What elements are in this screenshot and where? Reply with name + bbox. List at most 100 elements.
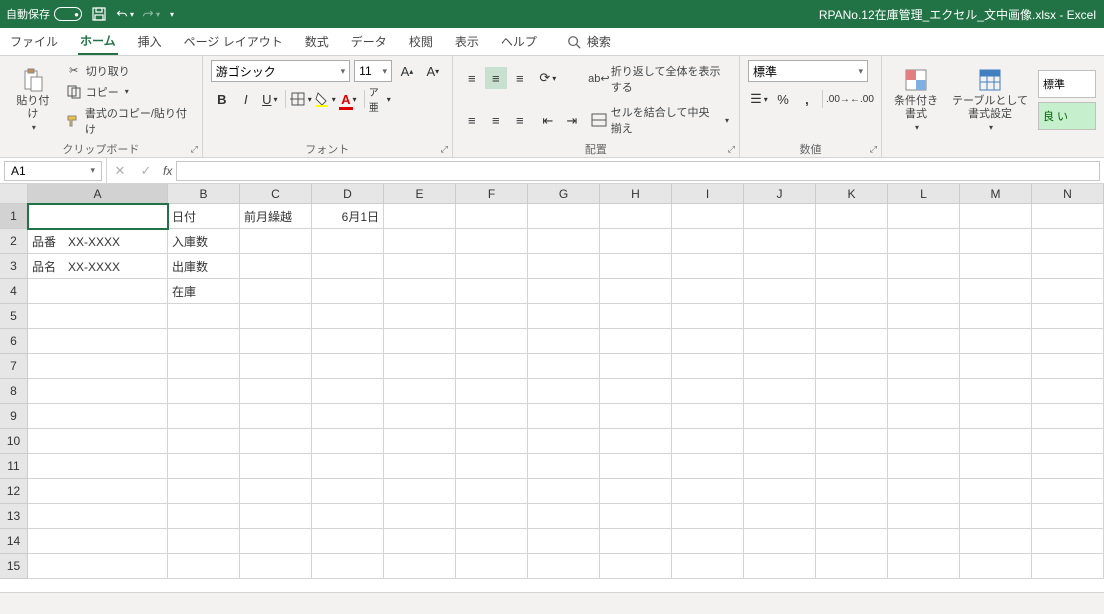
- cell-F4[interactable]: [456, 279, 528, 304]
- cell-D1[interactable]: 6月1日: [312, 204, 384, 229]
- row-header-6[interactable]: 6: [0, 329, 28, 354]
- cell-D10[interactable]: [312, 429, 384, 454]
- cell-E3[interactable]: [384, 254, 456, 279]
- col-header-A[interactable]: A: [28, 184, 168, 204]
- cell-G5[interactable]: [528, 304, 600, 329]
- cell-B9[interactable]: [168, 404, 240, 429]
- cell-K6[interactable]: [816, 329, 888, 354]
- cell-J14[interactable]: [744, 529, 816, 554]
- cell-L7[interactable]: [888, 354, 960, 379]
- cell-M11[interactable]: [960, 454, 1032, 479]
- cell-F15[interactable]: [456, 554, 528, 579]
- col-header-J[interactable]: J: [744, 184, 816, 204]
- cell-D5[interactable]: [312, 304, 384, 329]
- cell-K11[interactable]: [816, 454, 888, 479]
- cell-L2[interactable]: [888, 229, 960, 254]
- font-color-button[interactable]: A▾: [338, 88, 360, 110]
- wrap-text-button[interactable]: ab↩折り返して全体を表示する: [589, 62, 731, 96]
- cell-L8[interactable]: [888, 379, 960, 404]
- format-painter-button[interactable]: 書式のコピー/貼り付け: [64, 104, 194, 138]
- cell-K3[interactable]: [816, 254, 888, 279]
- cell-M3[interactable]: [960, 254, 1032, 279]
- conditional-formatting-button[interactable]: 条件付き 書式▾: [890, 65, 942, 135]
- cell-A12[interactable]: [28, 479, 168, 504]
- cell-I10[interactable]: [672, 429, 744, 454]
- cell-B3[interactable]: 出庫数: [168, 254, 240, 279]
- cell-L1[interactable]: [888, 204, 960, 229]
- cell-H14[interactable]: [600, 529, 672, 554]
- cell-L12[interactable]: [888, 479, 960, 504]
- cell-C8[interactable]: [240, 379, 312, 404]
- cell-J1[interactable]: [744, 204, 816, 229]
- cell-I14[interactable]: [672, 529, 744, 554]
- cell-H4[interactable]: [600, 279, 672, 304]
- cell-M1[interactable]: [960, 204, 1032, 229]
- cell-N7[interactable]: [1032, 354, 1104, 379]
- cell-D15[interactable]: [312, 554, 384, 579]
- font-name-select[interactable]: 游ゴシック▾: [211, 60, 350, 82]
- cell-C12[interactable]: [240, 479, 312, 504]
- cell-C13[interactable]: [240, 504, 312, 529]
- cell-D8[interactable]: [312, 379, 384, 404]
- cell-J13[interactable]: [744, 504, 816, 529]
- cell-H15[interactable]: [600, 554, 672, 579]
- cell-F2[interactable]: [456, 229, 528, 254]
- col-header-M[interactable]: M: [960, 184, 1032, 204]
- format-as-table-button[interactable]: テーブルとして 書式設定▾: [948, 65, 1032, 135]
- row-header-8[interactable]: 8: [0, 379, 28, 404]
- cell-E11[interactable]: [384, 454, 456, 479]
- cell-A10[interactable]: [28, 429, 168, 454]
- row-header-5[interactable]: 5: [0, 304, 28, 329]
- cell-J9[interactable]: [744, 404, 816, 429]
- cell-J6[interactable]: [744, 329, 816, 354]
- cell-E14[interactable]: [384, 529, 456, 554]
- cell-E13[interactable]: [384, 504, 456, 529]
- cell-M7[interactable]: [960, 354, 1032, 379]
- cell-K1[interactable]: [816, 204, 888, 229]
- cell-B4[interactable]: 在庫: [168, 279, 240, 304]
- cell-E7[interactable]: [384, 354, 456, 379]
- row-header-12[interactable]: 12: [0, 479, 28, 504]
- cell-M8[interactable]: [960, 379, 1032, 404]
- cell-E4[interactable]: [384, 279, 456, 304]
- cell-G1[interactable]: [528, 204, 600, 229]
- cell-L15[interactable]: [888, 554, 960, 579]
- cell-C14[interactable]: [240, 529, 312, 554]
- fx-icon[interactable]: fx: [159, 164, 176, 178]
- cell-M12[interactable]: [960, 479, 1032, 504]
- cell-G3[interactable]: [528, 254, 600, 279]
- align-left-icon[interactable]: ≡: [461, 110, 483, 132]
- cell-A14[interactable]: [28, 529, 168, 554]
- cell-H2[interactable]: [600, 229, 672, 254]
- cell-G13[interactable]: [528, 504, 600, 529]
- cell-C10[interactable]: [240, 429, 312, 454]
- cell-F1[interactable]: [456, 204, 528, 229]
- cell-I5[interactable]: [672, 304, 744, 329]
- cell-A5[interactable]: [28, 304, 168, 329]
- cell-F6[interactable]: [456, 329, 528, 354]
- cell-I2[interactable]: [672, 229, 744, 254]
- cell-L10[interactable]: [888, 429, 960, 454]
- cell-G11[interactable]: [528, 454, 600, 479]
- cell-K8[interactable]: [816, 379, 888, 404]
- cell-N2[interactable]: [1032, 229, 1104, 254]
- cell-A4[interactable]: [28, 279, 168, 304]
- cell-N12[interactable]: [1032, 479, 1104, 504]
- paste-button[interactable]: 貼り付け▾: [8, 60, 58, 139]
- cell-L11[interactable]: [888, 454, 960, 479]
- align-right-icon[interactable]: ≡: [509, 110, 531, 132]
- cell-H10[interactable]: [600, 429, 672, 454]
- worksheet[interactable]: ABCDEFGHIJKLMN 123456789101112131415 日付前…: [0, 184, 1104, 592]
- cell-C6[interactable]: [240, 329, 312, 354]
- cell-K2[interactable]: [816, 229, 888, 254]
- cell-F11[interactable]: [456, 454, 528, 479]
- cell-K12[interactable]: [816, 479, 888, 504]
- cell-M2[interactable]: [960, 229, 1032, 254]
- cell-I1[interactable]: [672, 204, 744, 229]
- cell-E8[interactable]: [384, 379, 456, 404]
- cell-F13[interactable]: [456, 504, 528, 529]
- cell-E1[interactable]: [384, 204, 456, 229]
- tab-home[interactable]: ホーム: [78, 28, 118, 55]
- cell-E10[interactable]: [384, 429, 456, 454]
- cell-E12[interactable]: [384, 479, 456, 504]
